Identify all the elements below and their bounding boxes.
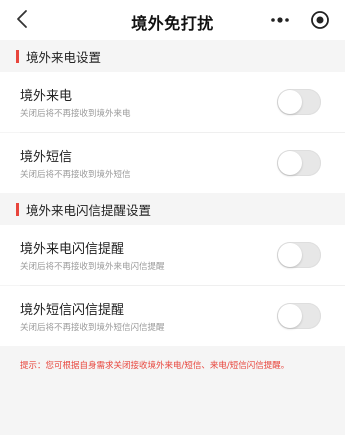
toggle-knob — [278, 243, 302, 267]
section-title: 境外来电设置 — [26, 49, 102, 65]
section-accent-bar — [16, 49, 19, 63]
hint-text: 提示：您可根据自身需求关闭接收境外来电/短信、来电/短信闪信提醒。 — [0, 346, 345, 384]
setting-row-sms-flash-alert: 境外短信闪信提醒 关闭后将不再接收到境外短信闪信提醒 — [0, 286, 345, 346]
international-sms-toggle[interactable] — [277, 150, 321, 176]
sms-flash-alert-toggle[interactable] — [277, 303, 321, 329]
setting-row-call-flash-alert: 境外来电闪信提醒 关闭后将不再接收到境外来电闪信提醒 — [0, 225, 345, 285]
page-title: 境外免打扰 — [131, 14, 214, 33]
international-calls-toggle[interactable] — [277, 89, 321, 115]
setting-description: 关闭后将不再接收到境外短信 — [20, 170, 131, 180]
setting-description: 关闭后将不再接收到境外来电闪信提醒 — [20, 262, 165, 272]
section-header-flash-alerts: 境外来电闪信提醒设置 — [0, 193, 345, 225]
nav-bar: 境外免打扰 — [0, 0, 345, 40]
setting-label: 境外短信 — [20, 150, 73, 165]
setting-description: 关闭后将不再接收到境外短信闪信提醒 — [20, 323, 165, 333]
more-button[interactable] — [269, 9, 291, 31]
setting-description: 关闭后将不再接收到境外来电 — [20, 109, 131, 119]
close-miniapp-button[interactable] — [309, 9, 331, 31]
setting-row-international-calls: 境外来电 关闭后将不再接收到境外来电 — [0, 72, 345, 132]
toggle-knob — [278, 304, 302, 328]
setting-label: 境外来电 — [20, 89, 73, 104]
setting-row-international-sms: 境外短信 关闭后将不再接收到境外短信 — [0, 133, 345, 193]
section-title: 境外来电闪信提醒设置 — [26, 202, 152, 218]
toggle-knob — [278, 90, 302, 114]
target-icon — [311, 11, 329, 29]
toggle-knob — [278, 151, 302, 175]
call-flash-alert-toggle[interactable] — [277, 242, 321, 268]
section-header-international-calls: 境外来电设置 — [0, 40, 345, 72]
setting-label: 境外短信闪信提醒 — [20, 303, 125, 318]
more-dots-icon — [271, 17, 289, 23]
section-accent-bar — [16, 202, 19, 216]
setting-label: 境外来电闪信提醒 — [20, 242, 125, 257]
